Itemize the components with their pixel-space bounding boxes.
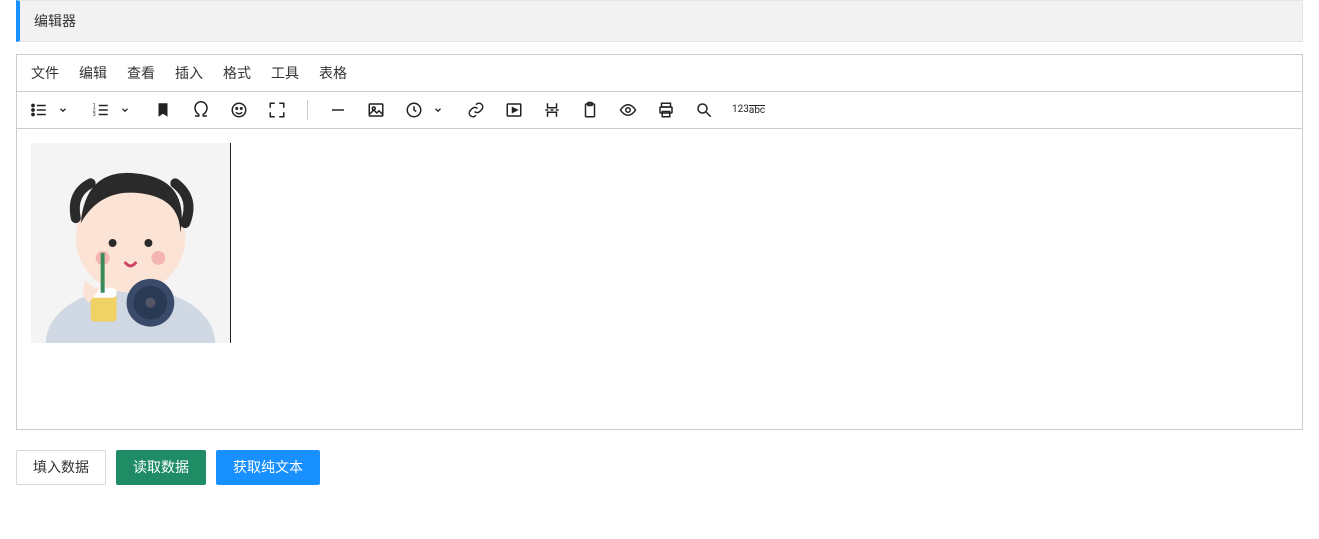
content-image[interactable] [31,143,231,343]
fullscreen-icon[interactable] [267,100,287,120]
find-replace-icon[interactable]: 123 abc [732,100,765,120]
panel-title-text: 编辑器 [34,14,76,30]
omega-icon[interactable] [191,100,211,120]
menu-insert[interactable]: 插入 [175,63,203,83]
chevron-down-icon [428,100,448,120]
paste-icon[interactable] [580,100,600,120]
get-plain-text-button[interactable]: 获取纯文本 [216,450,320,485]
clock-icon [404,100,424,120]
bookmark-icon[interactable] [153,100,173,120]
page-break-icon[interactable] [542,100,562,120]
datetime-dropdown[interactable] [404,100,448,120]
editor-container: 文件 编辑 查看 插入 格式 工具 表格 123 [16,54,1303,430]
read-data-button[interactable]: 读取数据 [116,450,206,485]
chevron-down-icon [115,100,135,120]
link-icon[interactable] [466,100,486,120]
preview-icon[interactable] [618,100,638,120]
panel-title: 编辑器 [16,0,1303,42]
chevron-down-icon [53,100,73,120]
fill-data-button[interactable]: 填入数据 [16,450,106,485]
bullet-list-icon [29,100,49,120]
numbered-list-dropdown[interactable]: 123 [91,100,135,120]
bullet-list-dropdown[interactable] [29,100,73,120]
menubar: 文件 编辑 查看 插入 格式 工具 表格 [17,55,1302,92]
horizontal-rule-icon[interactable] [328,100,348,120]
find-replace-top: 123 [732,105,749,115]
toolbar: 123 [17,92,1302,129]
search-icon[interactable] [694,100,714,120]
video-icon[interactable] [504,100,524,120]
menu-table[interactable]: 表格 [319,63,347,83]
emoji-icon[interactable] [229,100,249,120]
menu-format[interactable]: 格式 [223,63,251,83]
find-replace-bot: abc [749,105,765,116]
menu-tools[interactable]: 工具 [271,63,299,83]
footer-buttons: 填入数据 读取数据 获取纯文本 [16,450,1303,485]
numbered-list-icon: 123 [91,100,111,120]
menu-edit[interactable]: 编辑 [79,63,107,83]
print-icon[interactable] [656,100,676,120]
image-icon[interactable] [366,100,386,120]
editor-content[interactable] [17,129,1302,429]
svg-text:3: 3 [93,112,96,118]
toolbar-separator [307,100,308,120]
menu-view[interactable]: 查看 [127,63,155,83]
menu-file[interactable]: 文件 [31,63,59,83]
